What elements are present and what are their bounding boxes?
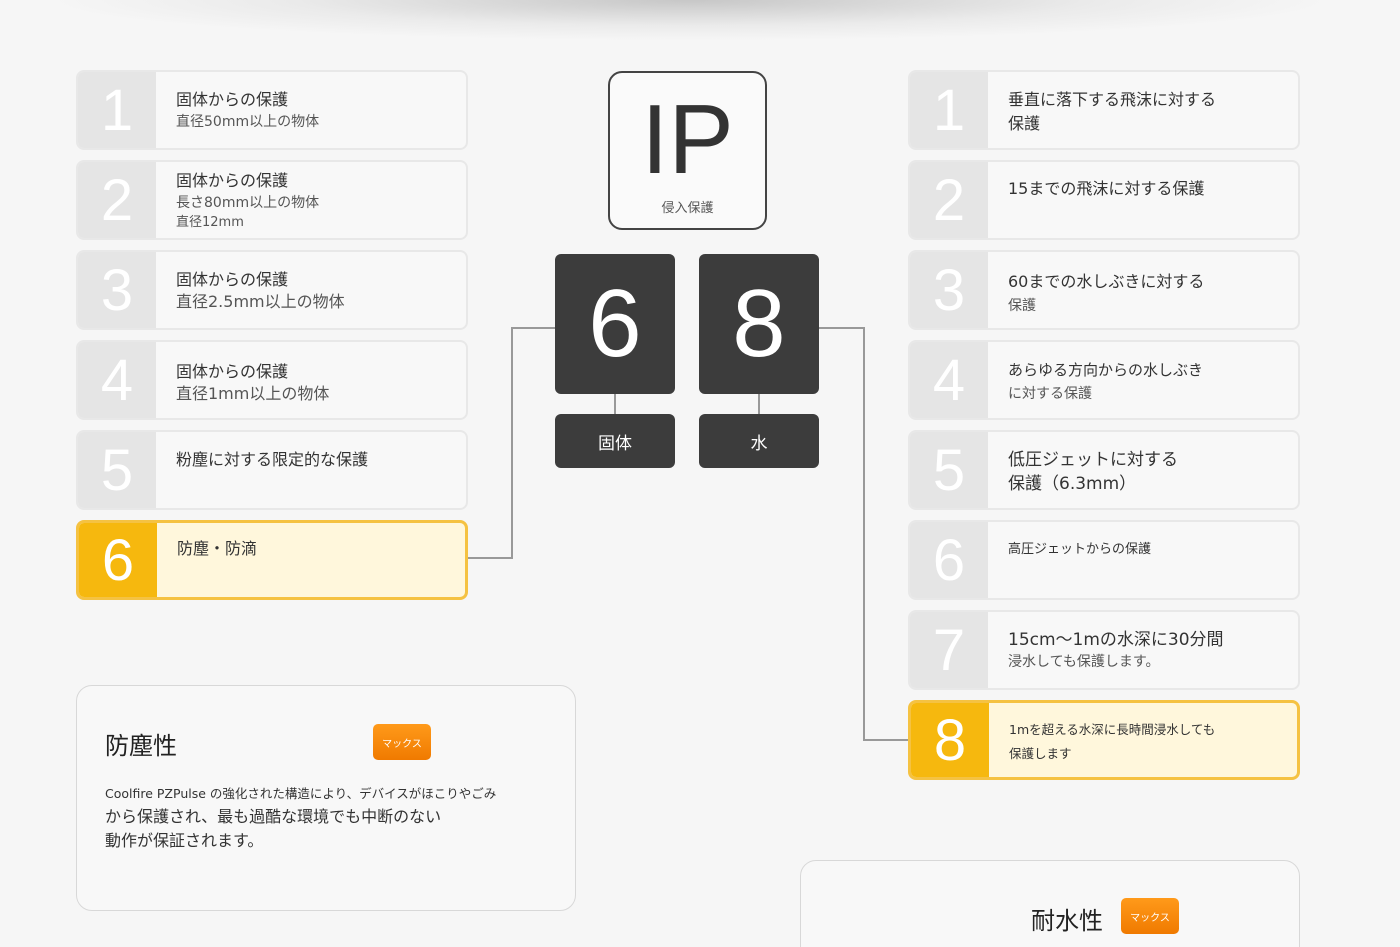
solid-digit: 6 [555, 254, 675, 394]
connector-line [863, 739, 908, 741]
level-title: 1mを超える水深に長時間浸水しても [1009, 722, 1216, 737]
solid-category-label: 固体 [555, 414, 675, 468]
level-number: 2 [910, 162, 988, 238]
level-subtitle: に対する保護 [1008, 386, 1092, 402]
level-subtitle: 直径2.5mm以上の物体 [176, 292, 345, 311]
water-level-5: 5 低圧ジェットに対する 保護（6.3mm） [908, 430, 1300, 510]
solid-level-1: 1 固体からの保護 直径50mm以上の物体 [76, 70, 468, 150]
level-number: 6 [79, 523, 157, 597]
card-description-line-2: から保護され、最も過酷な環境でも中断のない [105, 807, 442, 826]
level-number: 3 [78, 252, 156, 328]
level-subtitle: 保護します [1009, 746, 1072, 761]
level-subtitle: 保護 [1008, 114, 1041, 133]
level-title: 粉塵に対する限定的な保護 [176, 450, 369, 469]
water-level-3: 3 60までの水しぶきに対する 保護 [908, 250, 1300, 330]
level-number: 5 [78, 432, 156, 508]
solid-level-4: 4 固体からの保護 直径1mm以上の物体 [76, 340, 468, 420]
solid-level-6-selected: 6 防塵・防滴 [76, 520, 468, 600]
level-number: 1 [910, 72, 988, 148]
connector-line [819, 327, 865, 329]
solid-level-2: 2 固体からの保護 長さ80mm以上の物体 直径12mm [76, 160, 468, 240]
level-subtitle: 浸水しても保護します。 [1008, 654, 1160, 670]
level-title: あらゆる方向からの水しぶき [1008, 361, 1204, 379]
level-number: 4 [910, 342, 988, 418]
level-number: 2 [78, 162, 156, 238]
connector-line [511, 327, 513, 559]
level-title: 固体からの保護 [176, 270, 289, 289]
ip-badge: IP 侵入保護 [608, 71, 767, 230]
level-number: 4 [78, 342, 156, 418]
level-subtitle-2: 直径12mm [176, 215, 244, 230]
water-level-8-selected: 8 1mを超える水深に長時間浸水しても 保護します [908, 700, 1300, 780]
level-title: 15cm〜1mの水深に30分間 [1008, 630, 1224, 650]
level-number: 7 [910, 612, 988, 688]
max-badge: マックス [373, 724, 431, 760]
level-number: 3 [910, 252, 988, 328]
level-subtitle: 直径50mm以上の物体 [176, 114, 320, 130]
dust-resistance-card: 防塵性 マックス Coolfire PZPulse の強化された構造により、デバ… [76, 685, 576, 911]
level-title: 垂直に落下する飛沫に対する [1008, 90, 1217, 109]
card-title: 防塵性 [105, 732, 177, 760]
level-title: 60までの水しぶきに対する [1008, 272, 1205, 291]
water-resistance-card: 耐水性 マックス [800, 860, 1300, 947]
connector-line [511, 327, 555, 329]
connector-line [863, 327, 865, 741]
max-badge: マックス [1121, 898, 1179, 934]
ip-label: 侵入保護 [661, 201, 714, 216]
level-title: 低圧ジェットに対する [1008, 450, 1178, 470]
level-number: 6 [910, 522, 988, 598]
connector-line [614, 394, 616, 414]
card-title: 耐水性 [1031, 907, 1103, 935]
level-subtitle: 直径1mm以上の物体 [176, 384, 330, 403]
water-category-label: 水 [699, 414, 819, 468]
water-level-6: 6 高圧ジェットからの保護 [908, 520, 1300, 600]
water-level-2: 2 15までの飛沫に対する保護 [908, 160, 1300, 240]
level-title: 固体からの保護 [176, 171, 289, 190]
water-level-7: 7 15cm〜1mの水深に30分間 浸水しても保護します。 [908, 610, 1300, 690]
level-subtitle: 保護（6.3mm） [1008, 474, 1137, 494]
solid-level-5: 5 粉塵に対する限定的な保護 [76, 430, 468, 510]
level-subtitle: 長さ80mm以上の物体 [176, 195, 320, 211]
connector-line [468, 557, 513, 559]
level-subtitle: 保護 [1008, 298, 1036, 314]
water-digit: 8 [699, 254, 819, 394]
top-shadow [60, 0, 1320, 40]
level-title: 高圧ジェットからの保護 [1008, 542, 1152, 557]
level-number: 8 [911, 703, 989, 777]
level-title: 固体からの保護 [176, 90, 289, 109]
level-title: 固体からの保護 [176, 362, 289, 381]
card-description-line-3: 動作が保証されます。 [105, 831, 264, 850]
level-number: 1 [78, 72, 156, 148]
level-number: 5 [910, 432, 988, 508]
water-level-1: 1 垂直に落下する飛沫に対する 保護 [908, 70, 1300, 150]
ip-letters: IP [641, 84, 734, 194]
level-title: 防塵・防滴 [177, 539, 258, 558]
card-description-line-1: Coolfire PZPulse の強化された構造により、デバイスがほこりやごみ [105, 786, 497, 801]
level-title: 15までの飛沫に対する保護 [1008, 179, 1205, 198]
water-level-4: 4 あらゆる方向からの水しぶき に対する保護 [908, 340, 1300, 420]
solid-level-3: 3 固体からの保護 直径2.5mm以上の物体 [76, 250, 468, 330]
connector-line [758, 394, 760, 414]
